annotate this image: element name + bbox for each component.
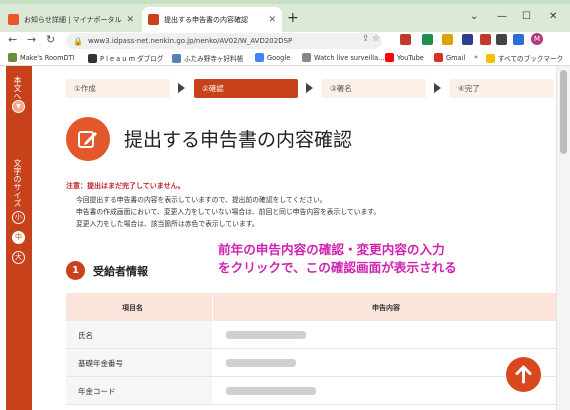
minimize-button[interactable]: — [497,11,507,22]
table-row: 基礎年金番号 [66,349,556,377]
bookmark-item[interactable]: Make's RoomDTI [8,53,75,62]
row-label: 基礎年金番号 [78,359,123,368]
table-row: 年金コード [66,377,556,405]
bookmark-item[interactable]: Gmail [434,53,465,62]
tab-label: 提出する申告書の内容確認 [164,15,248,24]
extension-1-icon[interactable] [400,34,411,45]
extensions-puzzle-icon[interactable] [496,34,507,45]
profile-avatar[interactable]: M [531,33,543,45]
page-scrollbar[interactable] [556,66,570,410]
forward-button[interactable]: → [27,33,36,46]
bookmark-item[interactable]: Google [255,53,290,62]
step-arrow-icon [434,83,441,93]
tab-search-icon[interactable]: ⌄ [470,11,478,22]
share-icon[interactable]: ⇪ [362,34,370,44]
all-bookmarks-folder[interactable]: すべてのブックマーク [486,53,563,63]
close-window-button[interactable]: ✕ [549,11,557,22]
notice-line: 変更入力をした場合は、該当箇所は赤色で表示しています。 [76,220,259,228]
reload-button[interactable]: ↻ [46,33,55,46]
notice-title: 注意：提出はまだ完了していません。 [66,182,185,190]
url-text: www3.idpass-net.nenkin.go.jp/nenko/AV02/… [87,37,293,45]
column-header-content: 申告内容 [372,304,400,312]
gmail-icon [434,53,443,62]
lock-icon[interactable]: 🔒 [73,37,83,46]
chevron-down-icon[interactable]: ▼ [12,100,25,113]
maximize-button[interactable]: ☐ [522,11,531,22]
font-size-large-button[interactable]: 大 [12,251,25,264]
scrollbar-thumb[interactable] [560,70,567,154]
mynaportal-favicon-icon [8,14,19,25]
close-tab-icon[interactable]: ✕ [268,15,276,25]
folder-icon [486,53,495,63]
bookmark-favicon-icon [8,53,17,62]
bookmark-favicon-icon [172,53,181,63]
extension-3-icon[interactable] [442,34,453,45]
youtube-icon [385,53,394,62]
column-divider [212,293,213,321]
tab-mynaportal[interactable]: お知らせ詳細 | マイナポータル ✕ [2,7,140,32]
bookmark-item[interactable]: P l e a u m ダブログ [88,53,163,63]
table-header: 項目名 申告内容 [66,293,556,321]
back-button[interactable]: ← [8,33,17,46]
edit-document-icon [66,117,110,161]
column-header-item: 項目名 [122,304,143,312]
bookmark-item[interactable]: ふたみ野寺ヶ好料帳 [172,53,243,63]
extension-4-icon[interactable] [462,34,473,45]
url-bar[interactable]: 🔒 www3.idpass-net.nenkin.go.jp/nenko/AV0… [66,33,382,49]
bookmark-item[interactable]: Watch live surveilla... [302,53,384,62]
tab-bar: お知らせ詳細 | マイナポータル ✕ 提出する申告書の内容確認 ✕ + ⌄ — … [0,4,570,32]
tab-confirm[interactable]: 提出する申告書の内容確認 ✕ [142,7,282,32]
annotation-line: をクリックで、この確認画面が表示される [218,260,457,275]
bookmark-favicon-icon [302,53,311,62]
blurred-value [226,387,316,395]
skip-to-content-link[interactable]: 本文へ [13,76,22,100]
font-size-medium-button[interactable]: 中 [12,231,25,244]
close-tab-icon[interactable]: ✕ [126,15,134,25]
font-size-label: 文字のサイズ [13,159,22,207]
new-tab-button[interactable]: + [287,11,299,25]
table-row: 氏名 [66,321,556,349]
blurred-value [226,359,296,367]
arrow-up-icon [515,365,532,384]
nenkin-favicon-icon [148,14,159,25]
bookmarks-bar: Make's RoomDTI P l e a u m ダブログ ふたみ野寺ヶ好料… [0,50,570,66]
tab-label: お知らせ詳細 | マイナポータル [24,15,122,24]
bookmark-favicon-icon [88,53,97,63]
side-panel-icon[interactable] [513,34,524,45]
accessibility-sidebar: 本文へ ▼ 文字のサイズ 小 中 大 [6,66,32,410]
step-sign: ③署名 [322,79,426,98]
section-number-badge: 1 [66,261,85,280]
bookmark-item[interactable]: YouTube [385,53,424,62]
font-size-small-button[interactable]: 小 [12,211,25,224]
step-complete: ④完了 [450,79,554,98]
notice-line: 今回提出する申告書の内容を表示していますので、提出前の確認をしてください。 [76,196,327,204]
google-icon [255,53,264,62]
bookmark-star-icon[interactable]: ☆ [372,34,380,44]
extension-5-icon[interactable] [480,34,491,45]
row-label: 年金コード [78,387,116,396]
section-title: 受給者情報 [93,265,148,278]
row-label: 氏名 [78,331,93,340]
step-create: ①作成 [66,79,170,98]
bookmarks-overflow-button[interactable]: » [474,53,478,61]
blurred-value [226,331,306,339]
back-to-top-button[interactable] [506,357,541,392]
page-title: 提出する申告書の内容確認 [124,129,353,151]
notice-line: 申告書の作成画面において、変更入力をしていない場合は、前回と同じ申告内容を表示し… [76,208,381,216]
step-confirm: ②確認 [194,79,298,98]
step-arrow-icon [178,83,185,93]
annotation-line: 前年の申告内容の確認・変更内容の入力 [218,242,445,257]
step-arrow-icon [306,83,313,93]
extension-2-icon[interactable] [422,34,433,45]
